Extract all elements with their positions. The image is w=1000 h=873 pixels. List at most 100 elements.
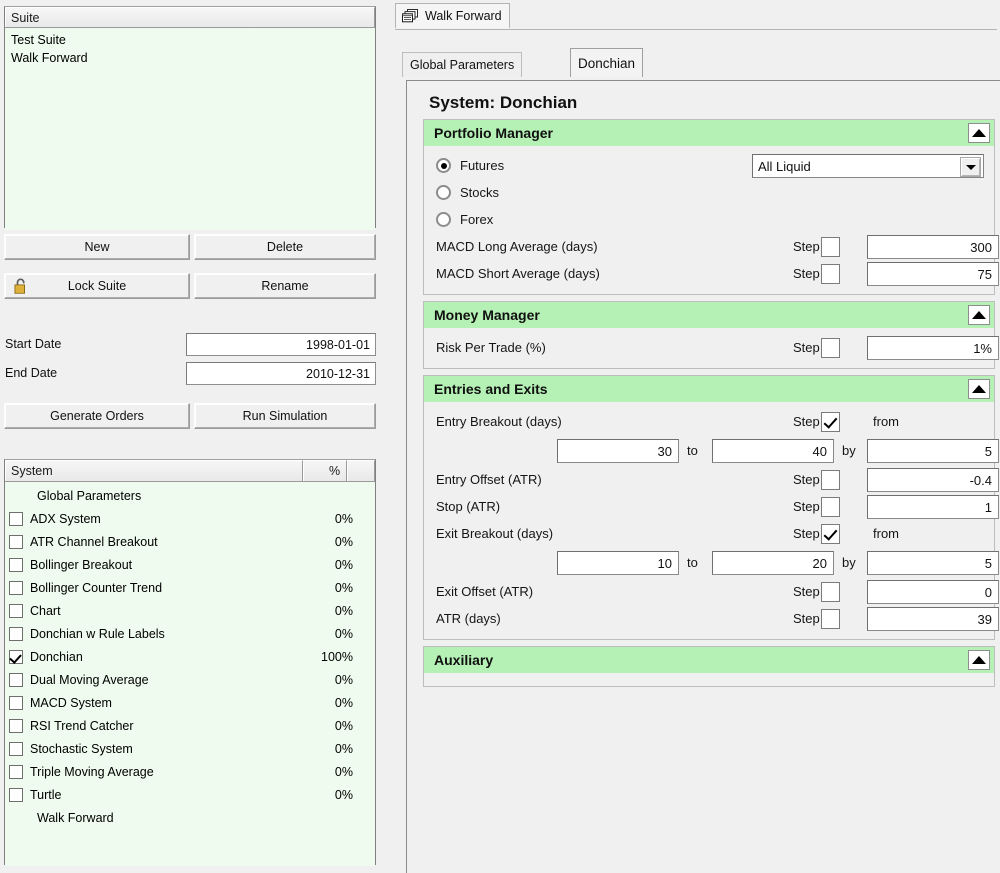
step-control: Step	[793, 496, 840, 517]
system-checkbox[interactable]	[9, 626, 23, 641]
rename-button[interactable]: Rename	[194, 273, 376, 299]
range-from-input[interactable]: 30	[557, 438, 679, 463]
radio-row[interactable]: Forex	[424, 206, 994, 233]
lock-suite-button[interactable]: Lock Suite	[4, 273, 190, 299]
system-name: Donchian	[30, 649, 83, 664]
radio-row[interactable]: Futures All Liquid	[424, 152, 994, 179]
table-row[interactable]: Dual Moving Average 0%	[5, 668, 375, 691]
parameter-label: Exit Breakout (days)	[436, 526, 554, 541]
parameter-value-input[interactable]: 1%	[867, 335, 999, 360]
radio-button[interactable]	[436, 212, 451, 227]
step-checkbox[interactable]	[820, 581, 840, 602]
range-to-input[interactable]: 20	[712, 550, 834, 575]
table-row[interactable]: ADX System 0%	[5, 507, 375, 530]
parameter-value-input[interactable]: -0.4	[867, 467, 999, 492]
settings-scroll-area[interactable]: System: Donchian Portfolio Manager Future…	[409, 83, 1000, 872]
system-name: Bollinger Breakout	[30, 557, 133, 572]
table-row[interactable]: Triple Moving Average 0%	[5, 760, 375, 783]
step-checkbox[interactable]	[820, 411, 840, 432]
run-simulation-button[interactable]: Run Simulation	[194, 403, 376, 429]
step-label: Step	[793, 526, 820, 541]
system-checkbox[interactable]	[9, 787, 23, 802]
table-row[interactable]: RSI Trend Catcher 0%	[5, 714, 375, 737]
system-checkbox[interactable]	[9, 557, 23, 572]
system-checkbox[interactable]	[9, 764, 23, 779]
step-checkbox[interactable]	[820, 263, 840, 284]
table-row[interactable]: Stochastic System 0%	[5, 737, 375, 760]
system-checkbox[interactable]	[9, 511, 23, 526]
start-date-input[interactable]: 1998-01-01	[186, 333, 376, 356]
tab-donchian[interactable]: Donchian	[570, 48, 644, 77]
chevron-down-icon[interactable]	[960, 157, 981, 177]
table-row[interactable]: MACD System 0%	[5, 691, 375, 714]
table-row[interactable]: Chart 0%	[5, 599, 375, 622]
parameter-value-input[interactable]: 0	[867, 579, 999, 604]
collapse-section-button[interactable]	[968, 379, 990, 399]
step-checkbox[interactable]	[820, 236, 840, 257]
generate-orders-button[interactable]: Generate Orders	[4, 403, 190, 429]
table-row[interactable]: Turtle 0%	[5, 783, 375, 806]
system-checkbox[interactable]	[9, 534, 23, 549]
section-header[interactable]: Entries and Exits	[423, 375, 995, 402]
table-row[interactable]: ATR Channel Breakout 0%	[5, 530, 375, 553]
system-checkbox[interactable]	[9, 672, 23, 687]
system-checkbox[interactable]	[9, 718, 23, 733]
system-column-header-percent[interactable]: %	[303, 460, 348, 481]
step-control: Step	[793, 337, 840, 358]
left-panel: Suite Test Suite Walk Forward New Delete …	[0, 0, 386, 873]
range-by-input[interactable]: 5	[867, 438, 999, 463]
end-date-input[interactable]: 2010-12-31	[186, 362, 376, 385]
section-header[interactable]: Portfolio Manager	[423, 119, 995, 146]
range-from-input[interactable]: 10	[557, 550, 679, 575]
system-checkbox[interactable]	[9, 695, 23, 710]
parameter-label: Risk Per Trade (%)	[436, 340, 546, 355]
range-to-input[interactable]: 40	[712, 438, 834, 463]
table-row[interactable]: Walk Forward	[5, 806, 375, 829]
step-checkbox[interactable]	[820, 469, 840, 490]
collapse-section-button[interactable]	[968, 305, 990, 325]
parameter-value-input[interactable]: 75	[867, 261, 999, 286]
list-item[interactable]: Walk Forward	[5, 49, 375, 67]
delete-button[interactable]: Delete	[194, 234, 376, 260]
radio-button[interactable]	[436, 158, 451, 173]
system-column-header-name[interactable]: System	[5, 460, 304, 481]
parameter-value-input[interactable]: 39	[867, 606, 999, 631]
system-allocation-percent: 0%	[334, 603, 353, 618]
table-row[interactable]: Donchian w Rule Labels 0%	[5, 622, 375, 645]
list-item[interactable]: Test Suite	[5, 31, 375, 49]
step-label: Step	[793, 472, 820, 487]
parameter-value-input[interactable]: 300	[867, 234, 999, 259]
step-checkbox[interactable]	[820, 337, 840, 358]
system-name: Stochastic System	[30, 741, 133, 756]
collapse-section-button[interactable]	[968, 650, 990, 670]
portfolio-select[interactable]: All Liquid	[752, 154, 984, 178]
table-row[interactable]: Bollinger Counter Trend 0%	[5, 576, 375, 599]
table-row[interactable]: Global Parameters	[5, 484, 375, 507]
radio-button[interactable]	[436, 185, 451, 200]
section-header[interactable]: Auxiliary	[423, 646, 995, 673]
step-checkbox[interactable]	[820, 496, 840, 517]
system-list-body[interactable]: Global Parameters ADX System 0% ATR Channel…	[5, 482, 375, 866]
table-row[interactable]: Bollinger Breakout 0%	[5, 553, 375, 576]
suite-list-body[interactable]: Test Suite Walk Forward	[5, 28, 375, 230]
table-row[interactable]: Donchian 100%	[5, 645, 375, 668]
parameter-value-input[interactable]: 1	[867, 494, 999, 519]
suite-column-header[interactable]: Suite	[5, 7, 375, 27]
system-checkbox[interactable]	[9, 580, 23, 595]
suite-listview[interactable]: Suite Test Suite Walk Forward	[4, 6, 376, 230]
range-from-word: from	[873, 526, 899, 541]
system-listview[interactable]: System % Global Parameters ADX System 0% AT…	[4, 459, 376, 866]
section-header[interactable]: Money Manager	[423, 301, 995, 328]
step-checkbox[interactable]	[820, 608, 840, 629]
system-checkbox[interactable]	[9, 741, 23, 756]
new-button[interactable]: New	[4, 234, 190, 260]
tab-walk-forward[interactable]: Walk Forward	[395, 3, 510, 28]
range-by-input[interactable]: 5	[867, 550, 999, 575]
collapse-section-button[interactable]	[968, 123, 990, 143]
system-checkbox[interactable]	[9, 649, 23, 664]
tab-global-parameters[interactable]: Global Parameters	[402, 52, 523, 77]
step-checkbox[interactable]	[820, 523, 840, 544]
radio-row[interactable]: Stocks	[424, 179, 994, 206]
system-checkbox[interactable]	[9, 603, 23, 618]
